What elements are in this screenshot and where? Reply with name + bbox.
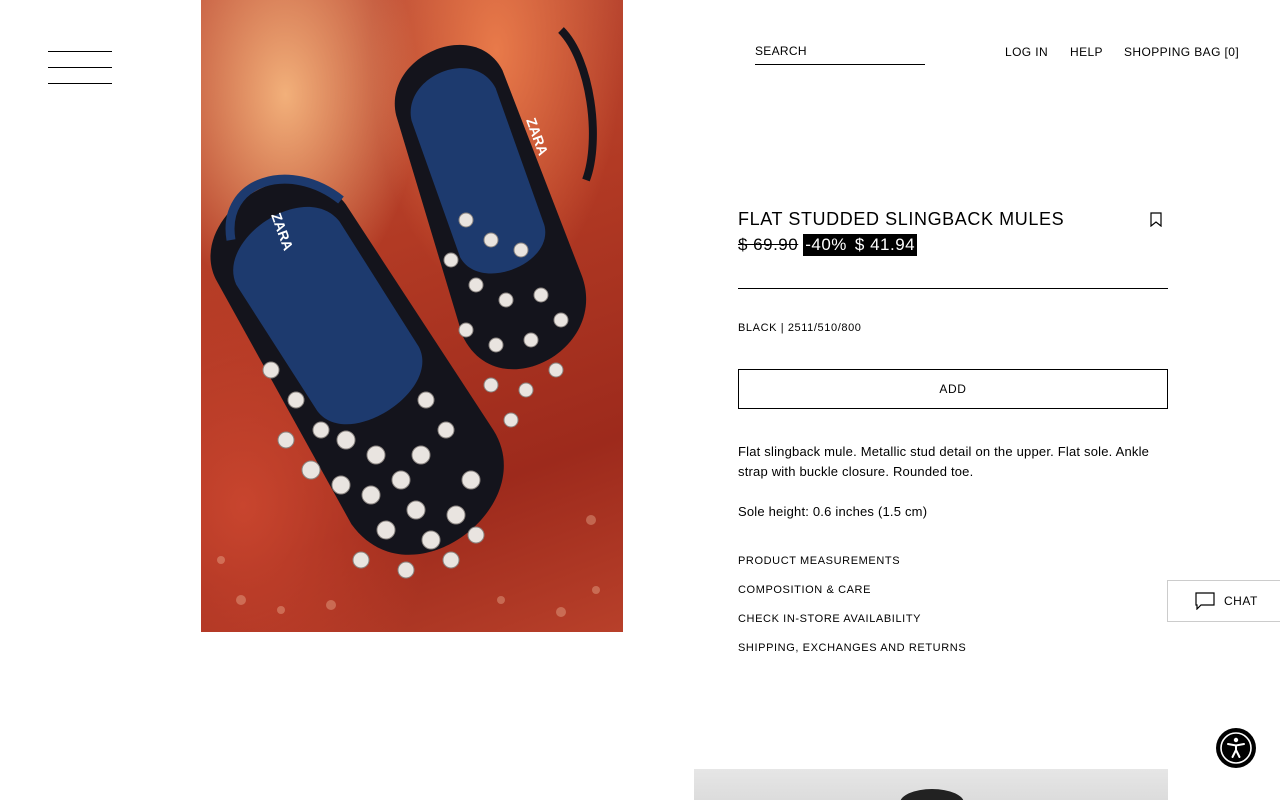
sale-price: $ 41.94	[854, 235, 916, 254]
studded-mules-illustration: ZARA ZARA	[210, 27, 600, 617]
sole-height: Sole height: 0.6 inches (1.5 cm)	[738, 504, 928, 519]
accessibility-icon[interactable]	[1216, 728, 1256, 768]
chat-bubble-icon	[1195, 592, 1215, 610]
chat-label: CHAT	[1224, 594, 1258, 608]
store-availability-link[interactable]: CHECK IN-STORE AVAILABILITY	[738, 613, 921, 625]
shipping-returns-link[interactable]: SHIPPING, EXCHANGES AND RETURNS	[738, 642, 966, 654]
search-input[interactable]	[755, 44, 920, 58]
divider	[738, 288, 1168, 289]
price-row: $ 69.90 -40% $ 41.94	[738, 233, 918, 257]
bookmark-icon[interactable]	[1150, 212, 1162, 227]
discount-percent: -40%	[805, 235, 847, 254]
sale-price-badge: -40% $ 41.94	[803, 234, 918, 256]
hamburger-menu-icon[interactable]	[48, 51, 112, 85]
composition-care-link[interactable]: COMPOSITION & CARE	[738, 584, 871, 596]
chat-button[interactable]: CHAT	[1167, 580, 1280, 622]
login-link[interactable]: LOG IN	[1005, 45, 1048, 59]
product-description: Flat slingback mule. Metallic stud detai…	[738, 444, 1150, 479]
product-image-secondary[interactable]	[694, 769, 1168, 800]
color-reference: BLACK | 2511/510/800	[738, 322, 862, 334]
shopping-bag-link[interactable]: SHOPPING BAG [0]	[1124, 45, 1239, 59]
product-image[interactable]: ZARA ZARA	[201, 0, 623, 632]
search-field[interactable]	[755, 44, 925, 65]
help-link[interactable]: HELP	[1070, 45, 1103, 59]
product-title: FLAT STUDDED SLINGBACK MULES	[738, 209, 1065, 229]
original-price: $ 69.90	[738, 235, 799, 254]
add-to-bag-button[interactable]: ADD	[738, 369, 1168, 409]
product-measurements-link[interactable]: PRODUCT MEASUREMENTS	[738, 555, 900, 567]
